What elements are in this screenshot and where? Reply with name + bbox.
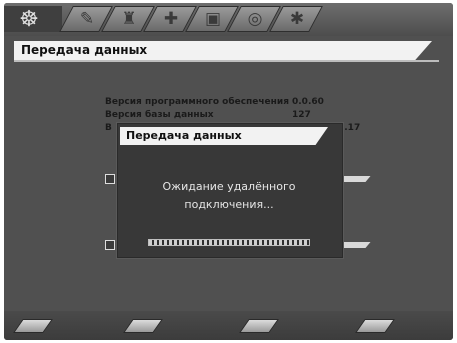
tools-icon: ✎: [79, 9, 95, 29]
dialog-message-line2: подключения...: [184, 198, 274, 211]
menu-toolbar: ☸ ✎ ♜ ✚ ▣ ◎ ✱: [4, 3, 453, 36]
wrench-icon: ✚: [163, 9, 179, 29]
settings-icon: ◎: [247, 9, 263, 29]
info-icon: ✱: [289, 9, 305, 29]
page-title: Передача данных: [21, 43, 148, 57]
title-underline: [14, 60, 439, 62]
connection-progress-bar: [148, 239, 310, 246]
option-checkbox-2[interactable]: [105, 240, 115, 250]
progress-fill: [149, 240, 309, 245]
antenna-icon: ♜: [121, 9, 137, 29]
third-info-label: В: [105, 123, 112, 133]
satellite-icon: ☸: [19, 6, 39, 32]
database-version-value: 127: [292, 110, 311, 120]
dialog-message-line1: Ожидание удалённого: [162, 180, 296, 193]
tv-screen: ☸ ✎ ♜ ✚ ▣ ◎ ✱ Передача данных Версия про…: [4, 3, 453, 340]
tv-icon: ▣: [204, 9, 222, 29]
option-checkbox-1[interactable]: [105, 174, 115, 184]
software-version-value: 0.0.60: [292, 97, 324, 107]
dialog-title: Передача данных: [126, 129, 242, 142]
software-version-label: Версия программного обеспечения: [105, 97, 289, 107]
database-version-label: Версия базы данных: [105, 110, 214, 120]
